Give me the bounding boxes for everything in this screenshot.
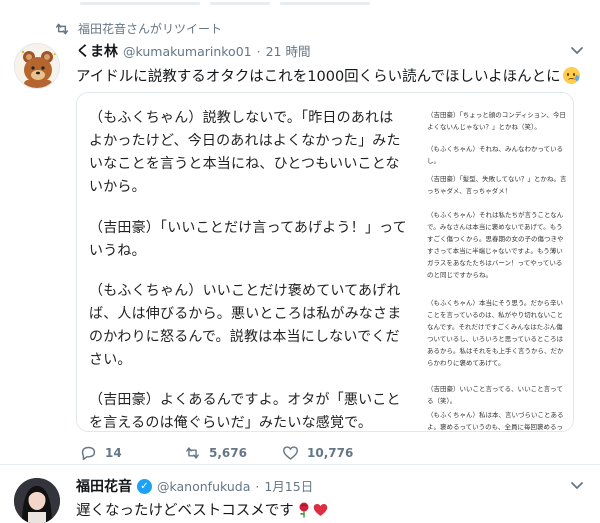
tweet-timestamp[interactable]: 21 時間 [266, 41, 311, 60]
rose-emoji-icon [299, 502, 309, 518]
like-count: 10,776 [307, 446, 354, 460]
avatar[interactable] [14, 478, 60, 523]
tweet-text: アイドルに説教するオタクはこれを1000回くらい読んでほしいよほんとに [76, 65, 580, 86]
tweet-text: 遅くなったけどベストコスメです [76, 499, 328, 520]
transcript-paragraph: （吉田豪）よくあるんですよ。オタが「悪いことを言えるのは俺ぐらいだ」みたいな感覚… [89, 392, 401, 431]
transcript-paragraph: （もふくちゃん）本当にそう思う。だから辛いことを言っているのは、私がやり切れない… [427, 299, 564, 367]
retweet-count: 5,676 [209, 446, 247, 460]
transcript-paragraph: （吉田豪）「ちょっと顔のコンディション、今日よくないんじゃない？」とかね（笑）。 [427, 111, 566, 131]
avatar[interactable] [14, 43, 60, 89]
like-button[interactable]: 10,776 [282, 445, 353, 461]
reply-icon [81, 446, 96, 461]
retweet-icon [186, 447, 199, 459]
attached-image[interactable]: （もふくちゃん）説教しないで。「昨日のあれはよかったけど、今日のあれはよくなかっ… [76, 92, 574, 432]
tweet-body: 遅くなったけどベストコスメです [76, 503, 294, 519]
retweeted-by-label[interactable]: 福田花音さんがリツイート [78, 20, 222, 37]
transcript-paragraph: （もふくちゃん）それは私たちが言うことなんで。みなさんは本当に褒めないであげて。… [427, 211, 564, 279]
crying-face-emoji-icon [562, 67, 580, 84]
separator-dot: · [255, 479, 260, 494]
bear-avatar-icon [15, 44, 59, 88]
user-handle[interactable]: @kanonfukuda [157, 479, 250, 494]
user-handle[interactable]: @kumakumarinko01 [123, 44, 252, 59]
reply-count: 14 [105, 446, 122, 460]
display-name[interactable]: 福田花音 [76, 476, 132, 496]
tweet-header: 福田花音 ✓ @kanonfukuda · 1月15日 [76, 476, 313, 496]
red-heart-emoji-icon [313, 504, 328, 516]
transcript-paragraph: （吉田豪）「いいことだけ言ってあげよう！」っていうね。 [89, 220, 407, 259]
chevron-down-icon[interactable] [570, 481, 584, 491]
previous-tweet-remnant [0, 0, 600, 14]
transcript-paragraph: （もふくちゃん）いいことだけ褒めていてあげれば、人は伸びるから。悪いところは私が… [89, 283, 402, 368]
tweet-header: くま林 @kumakumarinko01 · 21 時間 [76, 41, 310, 61]
separator-dot: · [256, 44, 261, 59]
retweet-button[interactable]: 5,676 [184, 445, 247, 461]
reply-button[interactable]: 14 [80, 445, 122, 461]
transcript-paragraph: （もふくちゃん）私は本、言いづらいことあるよ。褒めるっていうのも、全員に毎回褒め… [427, 411, 564, 431]
image-left-panel: （もふくちゃん）説教しないで。「昨日のあれはよかったけど、今日のあれはよくなかっ… [77, 93, 415, 431]
transcript-paragraph: （もふくちゃん）説教しないで。「昨日のあれはよかったけど、今日のあれはよくなかっ… [89, 110, 401, 195]
display-name[interactable]: くま林 [76, 41, 118, 61]
transcript-paragraph: （吉田豪）いいこと言ってる、いいこと言ってる（笑）。 [427, 385, 563, 405]
tweet-body: アイドルに説教するオタクはこれを1000回くらい読んでほしいよほんとに [76, 69, 561, 85]
retweet-icon [55, 23, 69, 34]
tweet-timestamp[interactable]: 1月15日 [264, 476, 313, 495]
chevron-down-icon[interactable] [570, 46, 584, 56]
tweet-retweet[interactable]: 福田花音さんがリツイート くま林 @kumakumarinko01 · 21 時… [0, 14, 600, 465]
heart-icon [282, 446, 299, 460]
tweet[interactable]: 福田花音 ✓ @kanonfukuda · 1月15日 遅くなったけどベストコス… [0, 465, 600, 523]
profile-photo-icon [14, 478, 60, 523]
verified-badge-icon: ✓ [137, 478, 152, 494]
transcript-paragraph: （もふくちゃん）それね、みんなわかっているし。 [427, 145, 564, 165]
image-right-panel: （吉田豪）「ちょっと顔のコンディション、今日よくないんじゃない？」とかね（笑）。… [415, 93, 573, 431]
transcript-paragraph: （吉田豪）「髪型、失敗してない？」とかね。言っちゃダメ、言っちゃダメ！ [427, 175, 567, 195]
retweet-context: 福田花音さんがリツイート [54, 20, 222, 37]
